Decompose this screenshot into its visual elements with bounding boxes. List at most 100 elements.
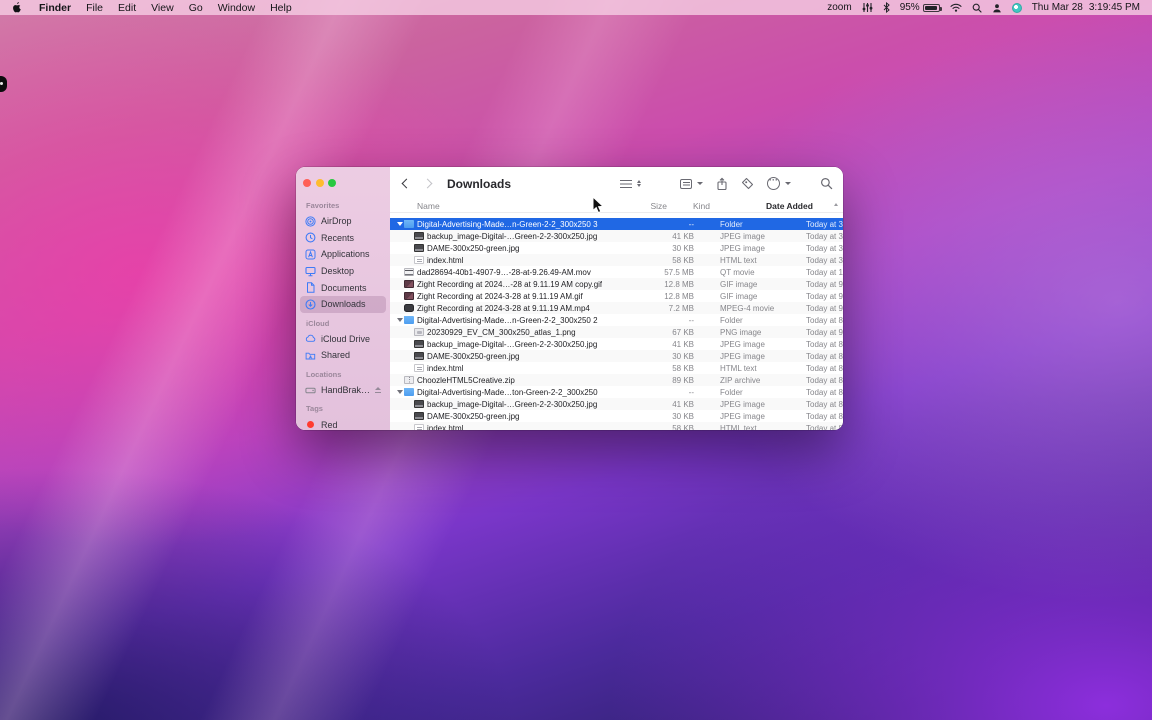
name-cell: backup_image-Digital-…Green-2-2-300x250.… bbox=[390, 340, 636, 349]
sidebar-item-shared[interactable]: Shared bbox=[300, 347, 386, 364]
file-size: 41 KB bbox=[636, 340, 694, 349]
file-name: DAME-300x250-green.jpg bbox=[427, 412, 520, 421]
menu-file[interactable]: File bbox=[86, 2, 103, 14]
forward-icon[interactable] bbox=[423, 179, 433, 189]
menu-finder[interactable]: Finder bbox=[39, 2, 71, 14]
battery-status[interactable]: 95% bbox=[900, 2, 940, 13]
disclosure-triangle-icon[interactable] bbox=[395, 390, 404, 394]
sidebar-item-handbrake[interactable]: HandBrake… bbox=[300, 382, 386, 399]
sidebar-item-applications[interactable]: Applications bbox=[300, 246, 386, 263]
tags-button[interactable] bbox=[741, 177, 754, 190]
sidebar-item-documents[interactable]: Documents bbox=[300, 279, 386, 296]
drive-icon bbox=[305, 385, 316, 396]
menu-go[interactable]: Go bbox=[189, 2, 203, 14]
file-date-added: Today at 3:18 PM bbox=[806, 232, 843, 241]
zoom-button[interactable] bbox=[328, 179, 336, 187]
sidebar-item-recents[interactable]: Recents bbox=[300, 230, 386, 247]
file-kind: JPEG image bbox=[720, 232, 806, 241]
table-row[interactable]: index.html58 KBHTML textToday at 3:18 PM bbox=[390, 254, 843, 266]
sidebar-item-red[interactable]: Red bbox=[300, 416, 386, 430]
html-file-icon bbox=[414, 256, 424, 264]
table-row[interactable]: Zight Recording at 2024-3-28 at 9.11.19 … bbox=[390, 302, 843, 314]
file-name: Zight Recording at 2024-3-28 at 9.11.19 … bbox=[417, 292, 583, 301]
wifi-icon[interactable] bbox=[950, 3, 962, 12]
back-icon[interactable] bbox=[402, 179, 412, 189]
share-button[interactable] bbox=[716, 177, 728, 191]
group-by-button[interactable] bbox=[654, 179, 703, 189]
apple-menu-icon[interactable] bbox=[12, 2, 22, 14]
jpeg-file-icon bbox=[414, 232, 424, 240]
file-name: index.html bbox=[427, 424, 463, 431]
table-row[interactable]: index.html58 KBHTML textToday at 8:43 AM bbox=[390, 422, 843, 430]
user-icon[interactable] bbox=[992, 3, 1002, 13]
table-row[interactable]: DAME-300x250-green.jpg30 KBJPEG imageTod… bbox=[390, 350, 843, 362]
disclosure-triangle-icon[interactable] bbox=[395, 222, 404, 226]
name-cell: backup_image-Digital-…Green-2-2-300x250.… bbox=[390, 400, 636, 409]
minimize-button[interactable] bbox=[316, 179, 324, 187]
table-row[interactable]: DAME-300x250-green.jpg30 KBJPEG imageTod… bbox=[390, 242, 843, 254]
file-size: 30 KB bbox=[636, 244, 694, 253]
menu-edit[interactable]: Edit bbox=[118, 2, 136, 14]
table-row[interactable]: ChoozleHTML5Creative.zip89 KBZIP archive… bbox=[390, 374, 843, 386]
file-name: Digital-Advertising-Made…n-Green-2-2_300… bbox=[417, 220, 598, 229]
table-row[interactable]: Zight Recording at 2024-3-28 at 9.11.19 … bbox=[390, 290, 843, 302]
sidebar-item-desktop[interactable]: Desktop bbox=[300, 263, 386, 280]
table-row[interactable]: Digital-Advertising-Made…n-Green-2-2_300… bbox=[390, 314, 843, 326]
sidebar-item-label: Downloads bbox=[321, 299, 366, 309]
table-row[interactable]: 20230929_EV_CM_300x250_atlas_1.png67 KBP… bbox=[390, 326, 843, 338]
table-row[interactable]: backup_image-Digital-…Green-2-2-300x250.… bbox=[390, 398, 843, 410]
menu-help[interactable]: Help bbox=[270, 2, 292, 14]
table-row[interactable]: dad28694-40b1-4907-9…-28-at-9.26.49-AM.m… bbox=[390, 266, 843, 278]
menu-zoom-app[interactable]: zoom bbox=[827, 2, 851, 13]
finder-window[interactable]: FavoritesAirDropRecentsApplicationsDeskt… bbox=[296, 167, 843, 430]
window-main: Downloads bbox=[390, 167, 843, 430]
eject-icon[interactable] bbox=[374, 387, 381, 394]
spotlight-search-icon[interactable] bbox=[972, 3, 982, 13]
table-row[interactable]: Digital-Advertising-Made…ton-Green-2-2_3… bbox=[390, 386, 843, 398]
disclosure-triangle-icon[interactable] bbox=[395, 318, 404, 322]
close-button[interactable] bbox=[303, 179, 311, 187]
file-name: ChoozleHTML5Creative.zip bbox=[417, 376, 515, 385]
name-cell: 20230929_EV_CM_300x250_atlas_1.png bbox=[390, 328, 636, 337]
control-sliders-icon[interactable] bbox=[862, 2, 873, 13]
table-row[interactable]: Zight Recording at 2024…-28 at 9.11.19 A… bbox=[390, 278, 843, 290]
file-kind: HTML text bbox=[720, 424, 806, 431]
view-options-button[interactable] bbox=[620, 180, 641, 188]
jpeg-file-icon bbox=[414, 400, 424, 408]
menu-view[interactable]: View bbox=[151, 2, 174, 14]
file-name: Digital-Advertising-Made…n-Green-2-2_300… bbox=[417, 316, 598, 325]
sidebar-item-downloads[interactable]: Downloads bbox=[300, 296, 386, 313]
file-date-added: Today at 8:49 AM bbox=[806, 340, 843, 349]
table-row[interactable]: index.html58 KBHTML textToday at 8:49 AM bbox=[390, 362, 843, 374]
sidebar-item-label: Shared bbox=[321, 350, 350, 360]
sidebar-item-icloud-drive[interactable]: iCloud Drive bbox=[300, 331, 386, 348]
column-header-size[interactable]: Size bbox=[609, 201, 667, 211]
bluetooth-icon[interactable] bbox=[883, 2, 890, 13]
more-actions-button[interactable] bbox=[767, 177, 791, 190]
sort-direction-icon bbox=[834, 203, 838, 206]
file-name: Digital-Advertising-Made…ton-Green-2-2_3… bbox=[417, 388, 598, 397]
file-size: 12.8 MB bbox=[636, 280, 694, 289]
table-row[interactable]: DAME-300x250-green.jpg30 KBJPEG imageTod… bbox=[390, 410, 843, 422]
file-name: dad28694-40b1-4907-9…-28-at-9.26.49-AM.m… bbox=[417, 268, 591, 277]
sidebar-item-label: Applications bbox=[321, 249, 370, 259]
table-row[interactable]: backup_image-Digital-…Green-2-2-300x250.… bbox=[390, 338, 843, 350]
column-header-date-added[interactable]: Date Added bbox=[766, 201, 813, 211]
menu-bar-clock[interactable]: Thu Mar 28 3:19:45 PM bbox=[1032, 2, 1140, 13]
file-kind: JPEG image bbox=[720, 400, 806, 409]
sidebar-section-header-locations: Locations bbox=[306, 370, 380, 380]
menu-window[interactable]: Window bbox=[218, 2, 255, 14]
file-kind: Folder bbox=[720, 316, 806, 325]
search-button[interactable] bbox=[820, 177, 833, 190]
table-row[interactable]: Digital-Advertising-Made…n-Green-2-2_300… bbox=[390, 218, 843, 230]
column-header-kind[interactable]: Kind bbox=[693, 201, 765, 211]
file-size: 58 KB bbox=[636, 424, 694, 431]
zip-file-icon bbox=[404, 376, 414, 384]
column-header-name[interactable]: Name bbox=[390, 201, 609, 211]
file-name: Zight Recording at 2024-3-28 at 9.11.19 … bbox=[417, 304, 590, 313]
zight-app-icon[interactable] bbox=[1012, 3, 1022, 13]
file-kind: JPEG image bbox=[720, 340, 806, 349]
name-cell: Zight Recording at 2024-3-28 at 9.11.19 … bbox=[390, 292, 636, 301]
table-row[interactable]: backup_image-Digital-…Green-2-2-300x250.… bbox=[390, 230, 843, 242]
sidebar-item-airdrop[interactable]: AirDrop bbox=[300, 213, 386, 230]
